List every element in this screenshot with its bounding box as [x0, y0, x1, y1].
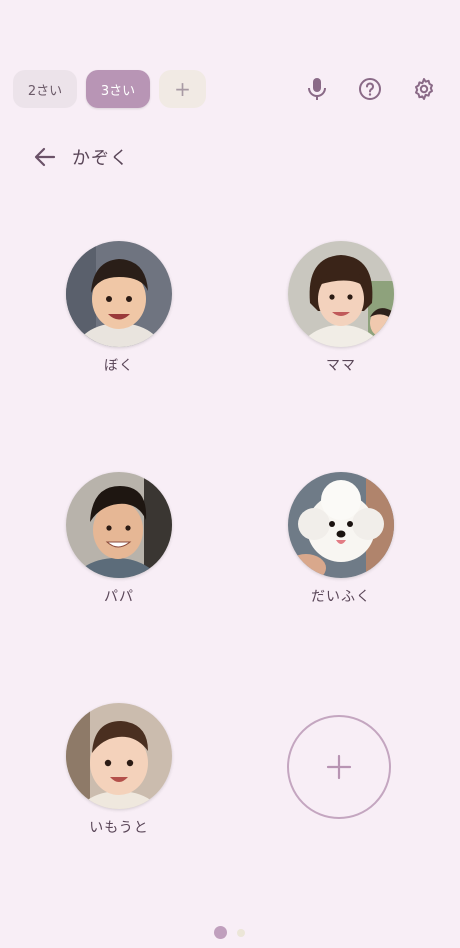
- settings-button[interactable]: [409, 74, 439, 104]
- microphone-icon: [308, 78, 326, 100]
- back-button[interactable]: [32, 144, 58, 170]
- avatar: [288, 472, 394, 578]
- settings-icon: [415, 78, 433, 100]
- page-dot[interactable]: [237, 929, 245, 937]
- avatar: [288, 241, 394, 347]
- help-icon: [359, 78, 381, 100]
- member-name: パパ: [104, 589, 134, 605]
- page-header: かぞく: [32, 142, 129, 172]
- arrow-left-icon: [34, 147, 56, 167]
- help-button[interactable]: [355, 74, 385, 104]
- page-indicator: [0, 926, 460, 940]
- page-dot-active[interactable]: [214, 926, 227, 939]
- member-boku[interactable]: ぼく: [49, 241, 189, 375]
- tab-age-2[interactable]: 2さい: [13, 70, 77, 108]
- tab-label: 3さい: [100, 83, 136, 99]
- member-name: だいふく: [311, 589, 371, 605]
- member-papa[interactable]: パパ: [49, 472, 189, 606]
- plus-icon: [326, 754, 352, 780]
- member-daifuku[interactable]: だいふく: [271, 472, 411, 606]
- microphone-button[interactable]: [302, 74, 332, 104]
- tab-label: 2さい: [27, 83, 63, 99]
- member-mama[interactable]: ママ: [271, 241, 411, 375]
- member-name: ママ: [326, 358, 356, 374]
- top-bar: 2さい 3さい +: [0, 0, 460, 120]
- tab-age-3[interactable]: 3さい: [86, 70, 150, 108]
- add-member-button[interactable]: [287, 715, 391, 819]
- plus-icon: +: [174, 77, 191, 101]
- member-imouto[interactable]: いもうと: [49, 703, 189, 837]
- add-tab-button[interactable]: +: [159, 70, 206, 108]
- member-name: ぼく: [104, 358, 134, 374]
- avatar: [66, 472, 172, 578]
- avatar: [66, 241, 172, 347]
- member-name: いもうと: [89, 820, 149, 836]
- page-title: かぞく: [72, 148, 129, 169]
- avatar: [66, 703, 172, 809]
